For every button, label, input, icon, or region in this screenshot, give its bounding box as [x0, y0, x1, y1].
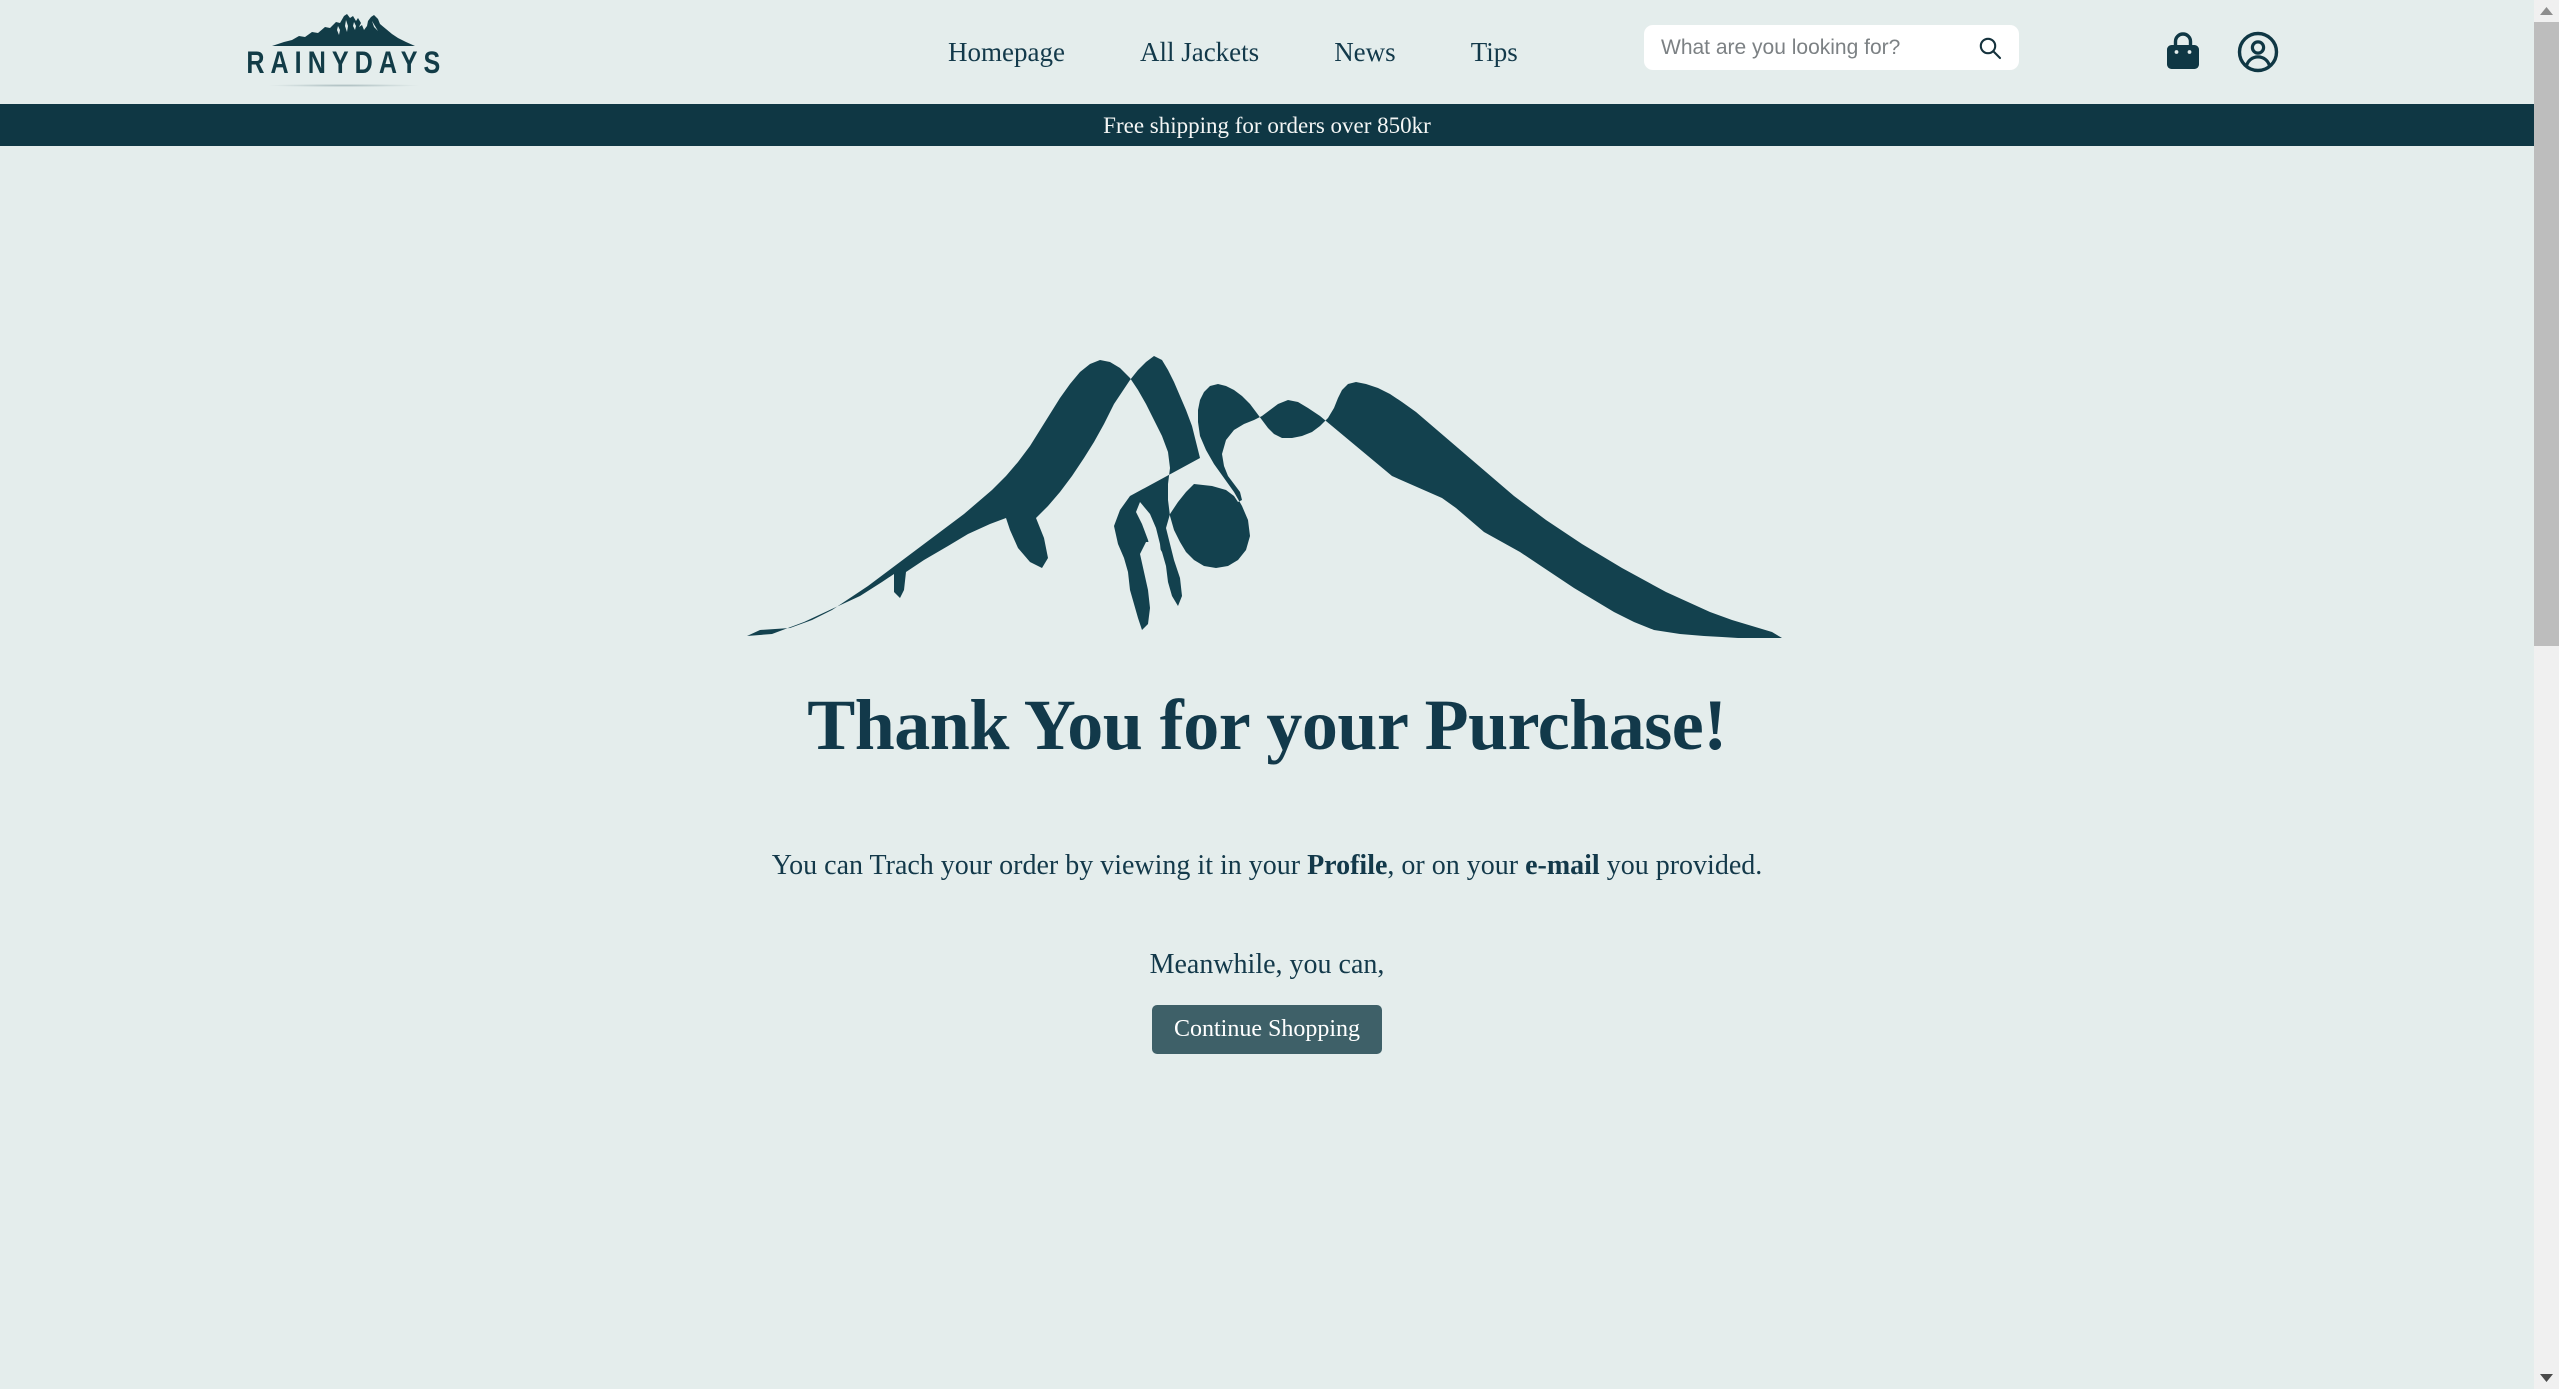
main-navigation: Homepage All Jackets News Tips	[948, 0, 1518, 104]
page-title: Thank You for your Purchase!	[807, 685, 1727, 765]
browser-viewport: RAINYDAYS Homepage All Jackets News Tips	[0, 0, 2534, 1389]
shipping-banner-text: Free shipping for orders over 850kr	[1103, 112, 1431, 138]
chevron-down-icon	[2540, 1374, 2553, 1382]
account-button[interactable]	[2237, 31, 2279, 73]
user-account-icon	[2237, 31, 2279, 73]
vertical-scrollbar[interactable]	[2534, 0, 2559, 1389]
nav-link-news[interactable]: News	[1334, 38, 1396, 66]
profile-emphasis: Profile	[1307, 850, 1388, 881]
scrollbar-up-arrow[interactable]	[2534, 0, 2559, 22]
nav-link-all-jackets[interactable]: All Jackets	[1140, 38, 1259, 66]
mountain-logo-icon	[272, 14, 415, 46]
tracking-text-part-1: You can Trach your order by viewing it i…	[771, 850, 1308, 881]
shopping-bag-icon	[2167, 32, 2199, 69]
email-emphasis: e-mail	[1525, 850, 1600, 881]
chevron-up-icon	[2540, 7, 2553, 15]
scrollbar-thumb[interactable]	[2534, 22, 2559, 646]
tracking-text-part-3: you provided.	[1599, 850, 1763, 881]
logo-wordmark: RAINYDAYS	[246, 44, 447, 81]
order-tracking-text: You can Trach your order by viewing it i…	[772, 849, 1763, 883]
mountain-illustration-icon	[747, 356, 1782, 638]
nav-link-homepage[interactable]: Homepage	[948, 38, 1065, 66]
meanwhile-text: Meanwhile, you can,	[1149, 948, 1385, 980]
header-icon-group	[2163, 0, 2279, 104]
logo-shadow	[269, 84, 419, 87]
nav-link-tips[interactable]: Tips	[1471, 38, 1518, 66]
site-header: RAINYDAYS Homepage All Jackets News Tips	[0, 0, 2534, 104]
tracking-text-part-2: , or on your	[1387, 850, 1526, 881]
search-icon	[1979, 37, 2002, 59]
site-logo[interactable]: RAINYDAYS	[247, 12, 441, 88]
search-input[interactable]	[1661, 35, 1975, 60]
shipping-banner: Free shipping for orders over 850kr	[0, 104, 2534, 146]
search-bar[interactable]	[1644, 25, 2019, 70]
continue-shopping-button[interactable]: Continue Shopping	[1151, 1004, 1382, 1054]
main-content: Thank You for your Purchase! You can Tra…	[0, 146, 2534, 1389]
cart-button[interactable]	[2163, 31, 2203, 73]
page-root: RAINYDAYS Homepage All Jackets News Tips	[0, 0, 2559, 1389]
search-submit-button[interactable]	[1975, 33, 2005, 63]
scrollbar-down-arrow[interactable]	[2534, 1367, 2559, 1389]
